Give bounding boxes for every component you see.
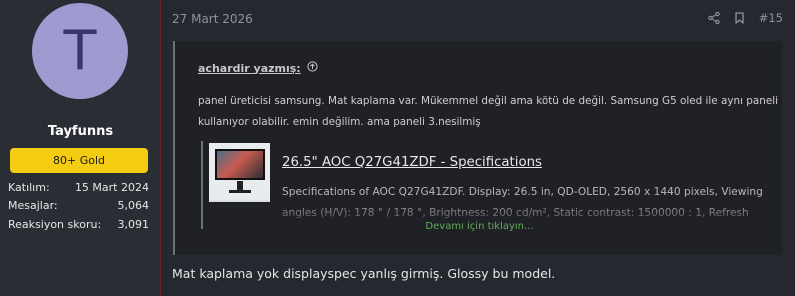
stat-label: Katılım: bbox=[8, 180, 50, 194]
preview-thumbnail[interactable] bbox=[209, 143, 270, 202]
post-main: 27 Mart 2026 #15 achardir yazmış: panel … bbox=[162, 0, 795, 296]
link-preview[interactable]: 26.5" AOC Q27G41ZDF - Specifications Spe… bbox=[201, 141, 781, 229]
quote-block: achardir yazmış: panel üreticisi samsung… bbox=[173, 41, 782, 255]
user-stats: Katılım: 15 Mart 2024 Mesajlar: 5,064 Re… bbox=[8, 178, 149, 234]
user-column: T Tayfunns 80+ Gold Katılım: 15 Mart 202… bbox=[0, 0, 161, 296]
arrow-up-circle-icon[interactable] bbox=[307, 61, 318, 75]
quote-author-link[interactable]: achardir yazmış: bbox=[198, 62, 301, 75]
user-title-badge: 80+ Gold bbox=[10, 148, 148, 173]
stat-value: 15 Mart 2024 bbox=[74, 180, 149, 194]
monitor-image bbox=[215, 149, 265, 180]
stat-label: Reaksiyon skoru: bbox=[8, 217, 102, 231]
post-number[interactable]: #15 bbox=[759, 11, 783, 25]
post-date[interactable]: 27 Mart 2026 bbox=[172, 12, 253, 26]
avatar[interactable]: T bbox=[32, 3, 128, 99]
forum-post: T Tayfunns 80+ Gold Katılım: 15 Mart 202… bbox=[0, 0, 795, 296]
post-actions: #15 bbox=[708, 11, 783, 25]
stat-row-reaction-score: Reaksiyon skoru: 3,091 bbox=[8, 215, 149, 234]
bookmark-icon[interactable] bbox=[734, 12, 745, 24]
post-body-text: Mat kaplama yok displayspec yanlış girmi… bbox=[172, 266, 556, 281]
stat-value: 3,091 bbox=[117, 217, 150, 231]
stat-label: Mesajlar: bbox=[8, 199, 58, 213]
username[interactable]: Tayfunns bbox=[0, 124, 161, 139]
quote-text: panel üreticisi samsung. Mat kaplama var… bbox=[198, 95, 778, 128]
stat-row-joined: Katılım: 15 Mart 2024 bbox=[8, 178, 149, 197]
quote-header: achardir yazmış: bbox=[198, 61, 318, 75]
stat-value: 5,064 bbox=[117, 199, 150, 213]
share-icon[interactable] bbox=[708, 12, 720, 24]
monitor-base bbox=[229, 190, 251, 193]
stat-row-messages: Mesajlar: 5,064 bbox=[8, 197, 149, 216]
preview-title-link[interactable]: 26.5" AOC Q27G41ZDF - Specifications bbox=[282, 155, 542, 170]
expand-quote-link[interactable]: Devamı için tıklayın... bbox=[175, 221, 784, 232]
avatar-letter: T bbox=[63, 19, 97, 82]
